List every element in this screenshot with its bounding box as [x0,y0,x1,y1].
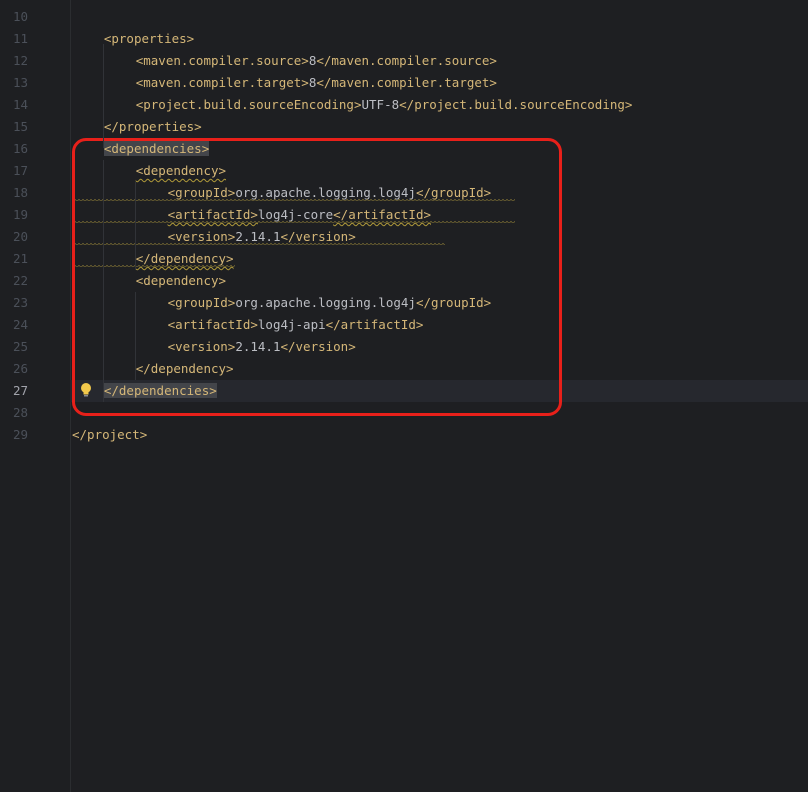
xml-tag: <project.build.sourceEncoding> [135,97,362,112]
code-line[interactable]: </project> [72,424,147,446]
xml-tag: <properties> [103,31,195,46]
line-number: 27 [12,383,28,398]
code-line[interactable]: <maven.compiler.target>8</maven.compiler… [136,72,497,94]
code-line[interactable]: <properties> [104,28,194,50]
line-number: 28 [12,405,28,420]
line-number: 24 [12,317,28,332]
xml-tag: <maven.compiler.target> [135,75,309,90]
xml-tag: </project> [72,427,148,442]
line-number: 19 [12,207,28,222]
line-number: 10 [12,9,28,24]
line-number: 12 [12,53,28,68]
line-number: 15 [12,119,28,134]
xml-tag: </project.build.sourceEncoding> [399,97,633,112]
indent-guide [103,44,104,148]
code-line[interactable]: <project.build.sourceEncoding>UTF-8</pro… [136,94,633,116]
line-number: 26 [12,361,28,376]
line-number: 13 [12,75,28,90]
xml-tag: <maven.compiler.source> [135,53,309,68]
line-number: 21 [12,251,28,266]
xml-tag: </properties> [103,119,202,134]
line-number: 23 [12,295,28,310]
warning-squiggle [75,243,445,247]
line-number: 25 [12,339,28,354]
lightbulb-icon[interactable] [79,382,93,398]
line-number: 22 [12,273,28,288]
line-number: 14 [12,97,28,112]
indent-guide [103,160,104,402]
warning-squiggle [75,265,235,269]
indent-guide [135,182,136,270]
indent-guide [135,292,136,380]
line-number: 18 [12,185,28,200]
xml-tag: </maven.compiler.source> [316,53,497,68]
line-number: 17 [12,163,28,178]
warning-squiggle [75,199,515,203]
warning-squiggle [75,221,515,225]
line-number: 29 [12,427,28,442]
annotation-highlight-box [72,138,562,416]
line-number: 20 [12,229,28,244]
line-number: 11 [12,31,28,46]
xml-text: UTF-8 [361,97,400,112]
line-number: 16 [12,141,28,156]
xml-tag: </maven.compiler.target> [316,75,497,90]
code-line[interactable]: <maven.compiler.source>8</maven.compiler… [136,50,497,72]
code-line[interactable]: </properties> [104,116,202,138]
